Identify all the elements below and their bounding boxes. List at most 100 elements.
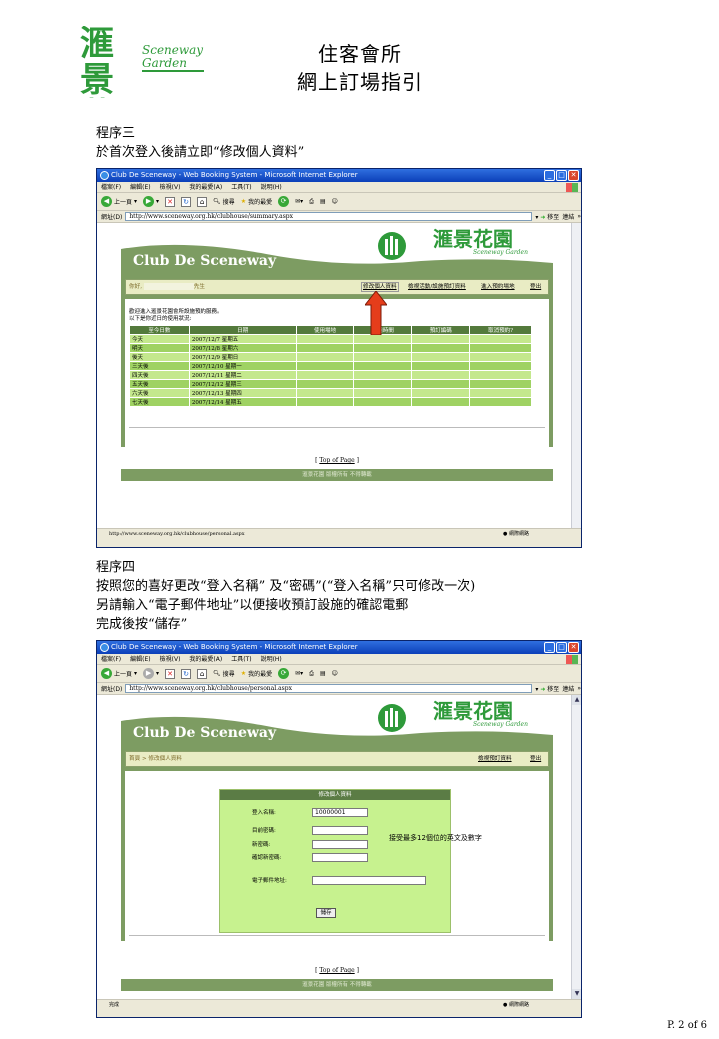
welcome-line-1: 歡迎進入滙景花園會所設施預約服務。 [129,309,223,315]
history-icon[interactable]: ⟳ [278,668,290,679]
forward-arrow-icon: ▶ [143,196,155,207]
cell-day: 後天 [129,352,190,362]
top-of-page-link[interactable]: [ Top of Page ] [121,967,553,974]
welcome-line-2: 以下是你近日的使用狀況: [129,316,192,322]
welcome-text: 歡迎進入滙景花園會所設施預約服務。 以下是你近日的使用狀況: [129,309,223,323]
current-password-input[interactable] [312,826,368,835]
nav-view-bookings[interactable]: 檢視預訂資料 [478,752,512,766]
save-button[interactable]: 儲存 [316,908,336,918]
new-password-label: 新密碼: [252,842,271,848]
minimize-button[interactable]: _ [544,642,555,653]
mail-icon[interactable]: ✉▾ [295,198,303,205]
menu-tools[interactable]: 工具(T) [231,654,251,664]
zone-label: 網際網路 [508,1002,529,1008]
menu-favorites[interactable]: 我的最愛(A) [189,182,222,192]
browser-window-personal: Club De Sceneway - Web Booking System - … [96,640,582,1018]
site-personal: Club De Sceneway 滙景花園 Sceneway Garden 首頁… [121,701,553,995]
logo-rule [142,70,204,72]
print-icon[interactable]: ⎙ [309,198,314,206]
forward-button[interactable]: ▶ ▾ [143,668,159,679]
links-button[interactable]: 連結 [562,684,574,693]
menu-help[interactable]: 說明(H) [261,654,282,664]
edit-icon[interactable]: ▤ [320,670,326,677]
status-url: http://www.sceneway.org.hk/clubhouse/per… [109,531,245,537]
menu-view[interactable]: 檢視(V) [160,182,181,192]
chevron-right-icon[interactable]: » [577,685,581,692]
internet-zone: ● 網際網路 [503,1002,529,1008]
refresh-icon[interactable]: ↻ [181,196,192,207]
breadcrumb[interactable]: 首頁 > 修改個人資料 [129,752,182,766]
nav-enter-booking[interactable]: 進入預約場地 [481,280,515,294]
password-hint: 接受最多12個位的英文及數字 [389,834,482,842]
back-label: 上一頁 [114,671,133,678]
scrollbar[interactable]: ▲ ▼ [571,695,581,999]
back-button[interactable]: ◀ 上一頁 ▾ [101,196,137,207]
menu-edit[interactable]: 編輯(E) [130,182,150,192]
menu-edit[interactable]: 編輯(E) [130,654,150,664]
forward-button[interactable]: ▶ ▾ [143,196,159,207]
stop-icon[interactable]: ✕ [165,196,176,207]
home-icon[interactable]: ⌂ [197,668,208,679]
minimize-button[interactable]: _ [544,170,555,181]
go-button[interactable]: ▾ ➜ 移至 [535,684,559,693]
history-icon[interactable]: ⟳ [278,196,290,207]
confirm-password-input[interactable] [312,853,368,862]
home-icon[interactable]: ⌂ [197,196,208,207]
table-row: 明天 2007/12/8 星期六 [129,343,532,353]
maximize-button[interactable]: □ [556,170,567,181]
maximize-button[interactable]: □ [556,642,567,653]
search-button[interactable]: 🔍︎ 搜尋 [213,197,235,206]
go-button[interactable]: ▾ ➜ 移至 [535,212,559,221]
top-of-page-label[interactable]: Top of Page [319,967,354,974]
windows-flag-icon [566,183,578,192]
close-button[interactable]: ✕ [568,642,579,653]
zone-label: 網際網路 [508,531,529,537]
menu-tools[interactable]: 工具(T) [231,182,251,192]
scrollbar[interactable] [571,223,581,528]
close-button[interactable]: ✕ [568,170,579,181]
address-input[interactable]: http://www.sceneway.org.hk/clubhouse/per… [125,684,533,693]
star-icon: ★ [240,198,247,205]
nav-logout[interactable]: 登出 [530,752,541,766]
favorites-button[interactable]: ★ 我的最愛 [241,669,272,678]
nav-view-bookings[interactable]: 檢視活動/設施預訂資料 [408,280,466,294]
title-line-2: 網上訂場指引 [297,70,423,94]
login-name-input[interactable]: 10000001 [312,808,368,817]
table-row: 三天後 2007/12/10 星期一 [129,361,532,371]
table-row: 四天後 2007/12/11 星期二 [129,370,532,380]
chevron-right-icon[interactable]: » [577,213,581,220]
stop-icon[interactable]: ✕ [165,668,176,679]
search-button[interactable]: 🔍︎ 搜尋 [213,669,235,678]
edit-icon[interactable]: ▤ [320,198,326,205]
menu-file[interactable]: 檔案(F) [101,182,121,192]
favorites-button[interactable]: ★ 我的最愛 [241,197,272,206]
ie-icon [100,171,109,180]
address-input[interactable]: http://www.sceneway.org.hk/clubhouse/sum… [125,212,533,221]
back-button[interactable]: ◀ 上一頁 ▾ [101,668,137,679]
menu-view[interactable]: 檢視(V) [160,654,181,664]
links-button[interactable]: 連結 [562,212,574,221]
col-cancel: 取消預約? [469,325,532,335]
status-bar: 完成 ● 網際網路 [97,999,581,1009]
messenger-icon[interactable]: ☺ [332,198,338,205]
mail-icon[interactable]: ✉▾ [295,670,303,677]
scroll-down-icon[interactable]: ▼ [572,989,581,999]
new-password-input[interactable] [312,840,368,849]
back-arrow-icon: ◀ [101,668,112,679]
cell-day: 七天後 [129,397,190,407]
menu-favorites[interactable]: 我的最愛(A) [189,654,222,664]
menu-help[interactable]: 說明(H) [261,182,282,192]
search-label: 搜尋 [222,671,235,678]
nav-logout[interactable]: 登出 [530,280,541,294]
step4-label: 程序四 [96,560,136,575]
email-input[interactable] [312,876,426,885]
top-of-page-link[interactable]: [ Top of Page ] [121,457,553,464]
greeting: 你好, 先生 [129,280,205,294]
messenger-icon[interactable]: ☺ [332,670,338,677]
top-of-page-label[interactable]: Top of Page [319,457,354,464]
print-icon[interactable]: ⎙ [309,670,314,678]
refresh-icon[interactable]: ↻ [181,668,192,679]
menu-file[interactable]: 檔案(F) [101,654,121,664]
scroll-up-icon[interactable]: ▲ [572,695,581,705]
menu-bar: 檔案(F) 編輯(E) 檢視(V) 我的最愛(A) 工具(T) 說明(H) [97,182,581,193]
